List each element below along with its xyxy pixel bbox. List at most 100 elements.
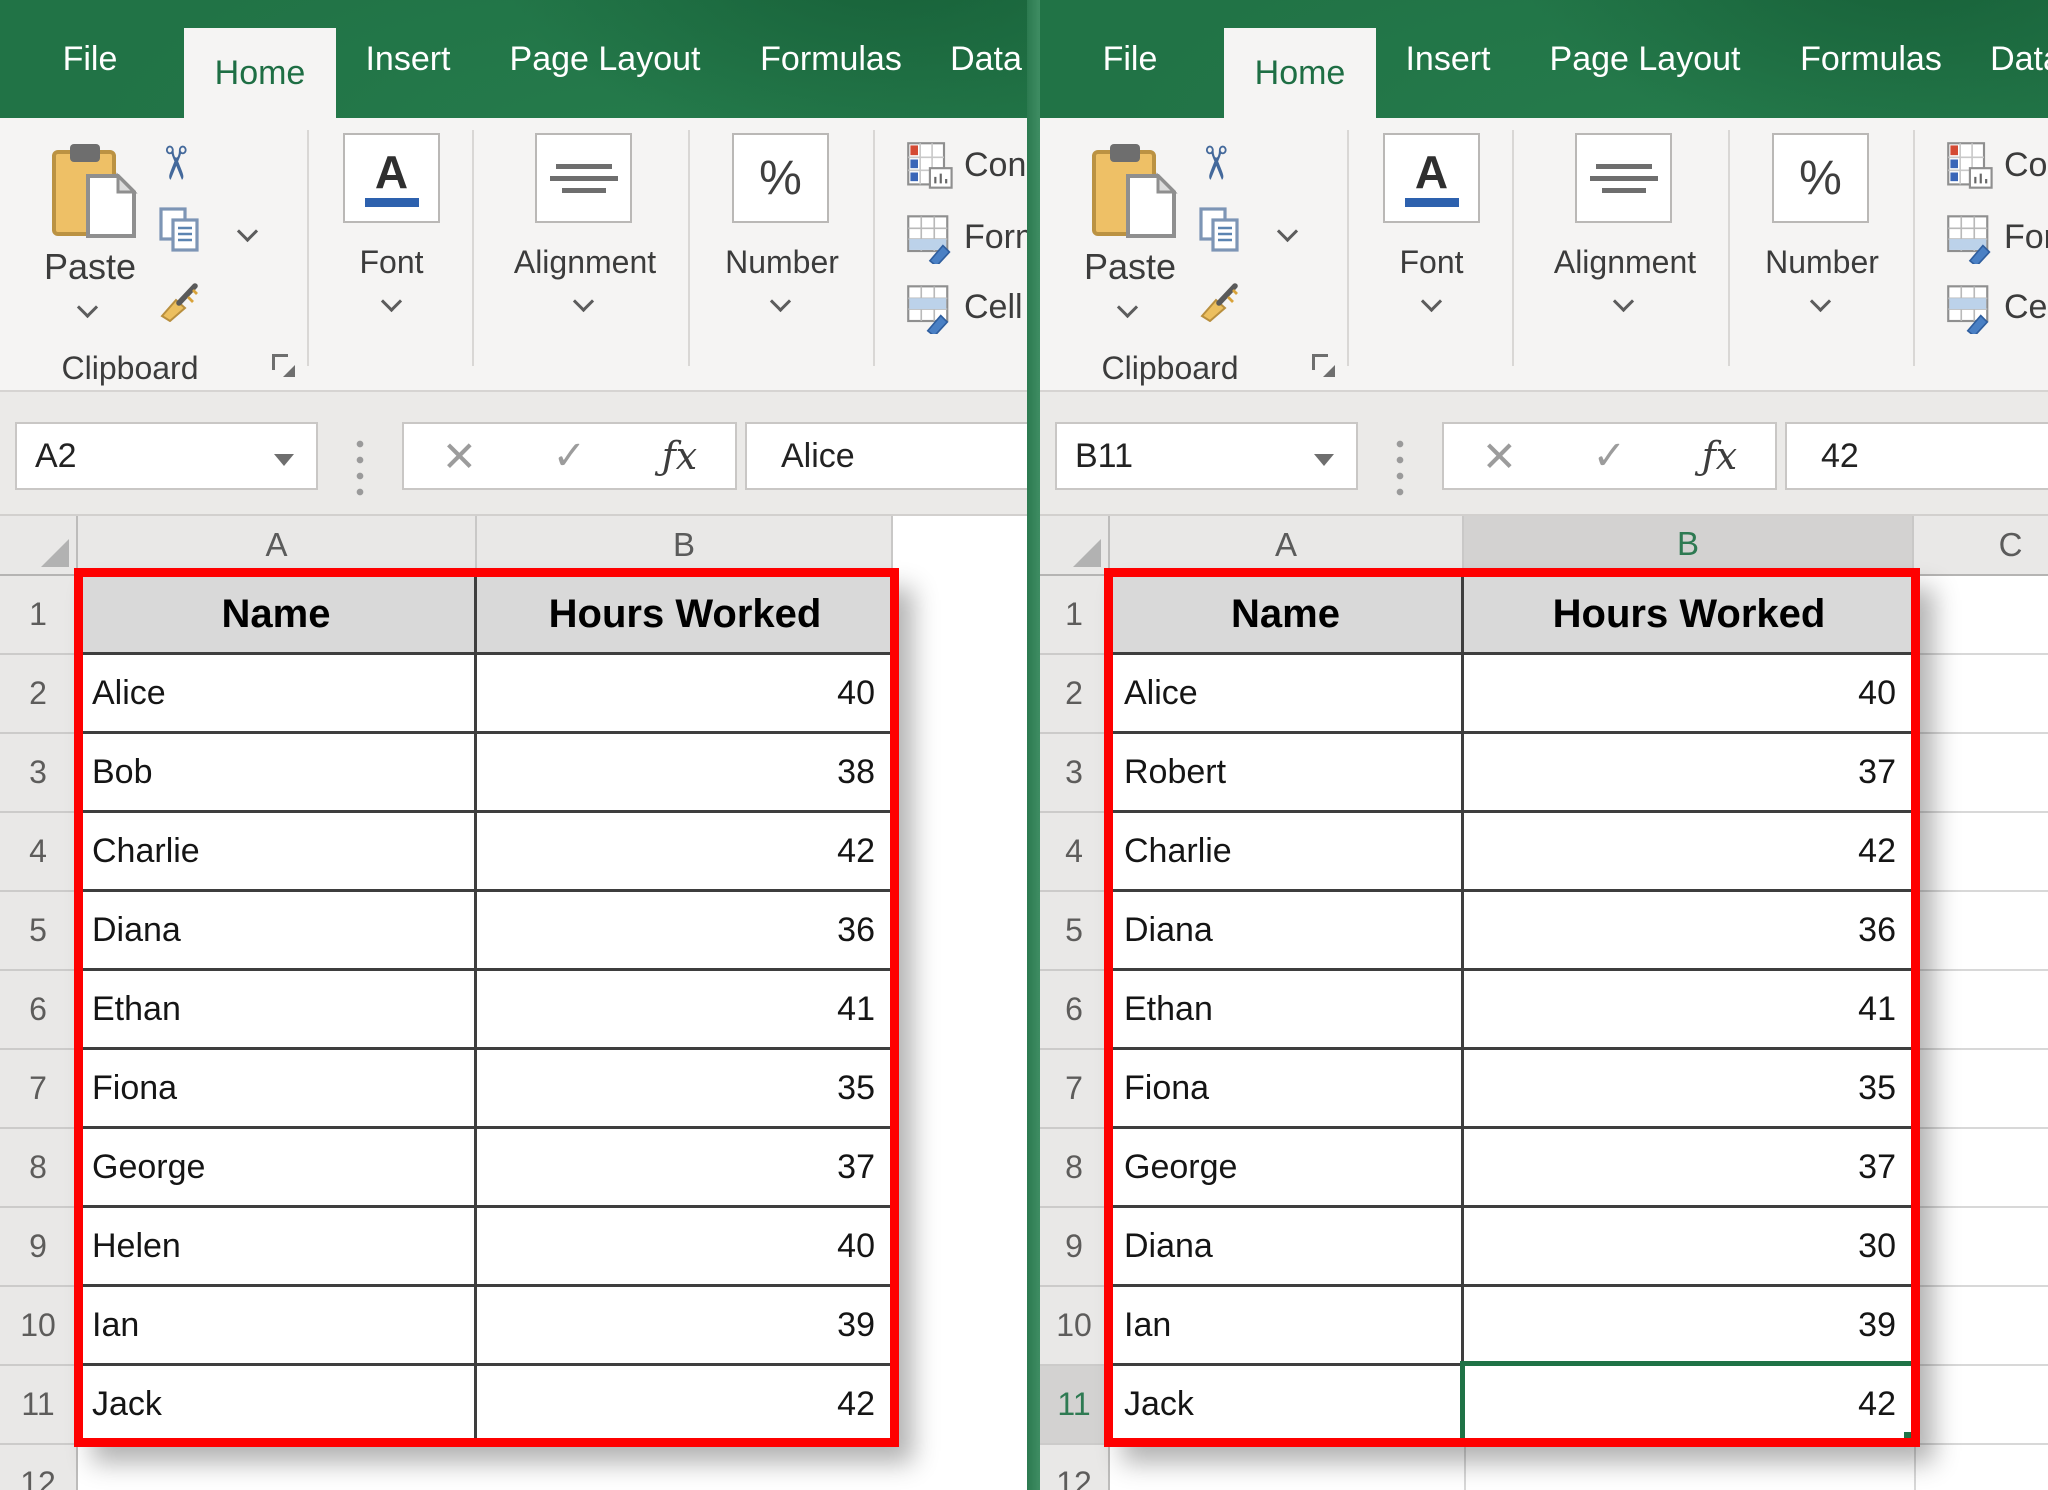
cell-styles-label[interactable]: Cell Styles	[2004, 288, 2048, 327]
paste-dropdown-chevron[interactable]	[1117, 297, 1138, 318]
enter-icon[interactable]: ✓	[1593, 433, 1627, 479]
row-header-8[interactable]: 8	[0, 1129, 78, 1208]
row-header-5[interactable]: 5	[1040, 892, 1110, 971]
row-header-5[interactable]: 5	[0, 892, 78, 971]
formula-bar-input[interactable]: 42	[1785, 422, 2048, 490]
tab-file[interactable]: File	[1078, 0, 1182, 118]
copy-icon[interactable]	[158, 206, 204, 256]
number-chevron[interactable]	[770, 291, 791, 312]
row-header-12[interactable]: 12	[0, 1445, 78, 1490]
tab-page-layout[interactable]: Page Layout	[1530, 0, 1760, 118]
row-header-10[interactable]: 10	[1040, 1287, 1110, 1366]
number-button[interactable]: %	[1772, 133, 1869, 223]
conditional-formatting-label[interactable]: Conditional Formatting	[2004, 146, 2048, 185]
cell-styles-icon[interactable]	[906, 282, 956, 334]
number-chevron[interactable]	[1810, 291, 1831, 312]
font-button[interactable]: A	[1383, 133, 1480, 223]
row-header-4[interactable]: 4	[0, 813, 78, 892]
tab-formulas[interactable]: Formulas	[1780, 0, 1962, 118]
tab-file[interactable]: File	[38, 0, 142, 118]
column-header-B[interactable]: B	[477, 516, 893, 576]
conditional-formatting-label[interactable]: Conditional Formatting	[964, 146, 1032, 185]
cell-styles-icon[interactable]	[1946, 282, 1996, 334]
name-box-dropdown-icon[interactable]	[1314, 454, 1334, 466]
formula-bar-grip-icon[interactable]	[1396, 436, 1404, 500]
percent-icon: %	[759, 151, 802, 206]
alignment-chevron[interactable]	[573, 291, 594, 312]
name-box[interactable]: B11	[1055, 422, 1358, 490]
clipboard-dialog-launcher-icon[interactable]	[1312, 354, 1334, 376]
row-header-11[interactable]: 11	[1040, 1366, 1110, 1445]
name-box-dropdown-icon[interactable]	[274, 454, 294, 466]
row-header-2[interactable]: 2	[0, 655, 78, 734]
column-header-A[interactable]: A	[1110, 516, 1464, 576]
number-button[interactable]: %	[732, 133, 829, 223]
enter-icon[interactable]: ✓	[553, 433, 587, 479]
select-all-corner[interactable]	[0, 516, 78, 576]
paste-label[interactable]: Paste	[1070, 246, 1190, 288]
cancel-icon[interactable]: ✕	[1482, 432, 1517, 481]
row-header-2[interactable]: 2	[1040, 655, 1110, 734]
alignment-chevron[interactable]	[1613, 291, 1634, 312]
column-header-B[interactable]: B	[1464, 516, 1914, 576]
copy-icon[interactable]	[1198, 206, 1244, 256]
formula-bar-grip-icon[interactable]	[356, 436, 364, 500]
cancel-icon[interactable]: ✕	[442, 432, 477, 481]
row-header-11[interactable]: 11	[0, 1366, 78, 1445]
row-header-3[interactable]: 3	[0, 734, 78, 813]
column-header-A[interactable]: A	[78, 516, 477, 576]
insert-function-icon[interactable]: ƒx	[1702, 434, 1738, 478]
formula-bar-input[interactable]: Alice	[745, 422, 1032, 490]
paste-icon[interactable]	[48, 140, 140, 240]
row-header-6[interactable]: 6	[0, 971, 78, 1050]
tab-home[interactable]: Home	[184, 28, 336, 118]
row-header-1[interactable]: 1	[1040, 576, 1110, 655]
row-header-7[interactable]: 7	[0, 1050, 78, 1129]
format-painter-icon[interactable]	[156, 278, 202, 322]
paste-icon[interactable]	[1088, 140, 1180, 240]
format-as-table-label[interactable]: Format as Table	[2004, 218, 2048, 257]
cut-icon[interactable]: ✂	[156, 136, 195, 190]
cut-icon[interactable]: ✂	[1196, 136, 1235, 190]
copy-dropdown-chevron[interactable]	[237, 221, 258, 242]
row-header-4[interactable]: 4	[1040, 813, 1110, 892]
row-header-9[interactable]: 9	[1040, 1208, 1110, 1287]
clipboard-dialog-launcher-icon[interactable]	[272, 354, 294, 376]
alignment-button[interactable]	[1575, 133, 1672, 223]
format-as-table-icon[interactable]	[906, 212, 956, 264]
copy-dropdown-chevron[interactable]	[1277, 221, 1298, 242]
tab-data[interactable]: Data	[934, 0, 1032, 118]
insert-function-icon[interactable]: ƒx	[662, 434, 698, 478]
gridline-horizontal	[1920, 1285, 2048, 1287]
tab-home[interactable]: Home	[1224, 28, 1376, 118]
tab-page-layout[interactable]: Page Layout	[490, 0, 720, 118]
alignment-button[interactable]	[535, 133, 632, 223]
font-chevron[interactable]	[1421, 291, 1442, 312]
font-button[interactable]: A	[343, 133, 440, 223]
row-header-10[interactable]: 10	[0, 1287, 78, 1366]
row-header-8[interactable]: 8	[1040, 1129, 1110, 1208]
row-header-7[interactable]: 7	[1040, 1050, 1110, 1129]
row-header-12[interactable]: 12	[1040, 1445, 1110, 1490]
cell-styles-label[interactable]: Cell Styles	[964, 288, 1032, 327]
tab-formulas[interactable]: Formulas	[740, 0, 922, 118]
row-header-1[interactable]: 1	[0, 576, 78, 655]
tab-insert[interactable]: Insert	[348, 0, 468, 118]
row-header-9[interactable]: 9	[0, 1208, 78, 1287]
select-all-corner[interactable]	[1040, 516, 1110, 576]
gridline-horizontal	[1920, 969, 2048, 971]
paste-label[interactable]: Paste	[30, 246, 150, 288]
tab-data[interactable]: Data	[1974, 0, 2048, 118]
tab-insert[interactable]: Insert	[1388, 0, 1508, 118]
format-as-table-label[interactable]: Format as Table	[964, 218, 1032, 257]
row-header-6[interactable]: 6	[1040, 971, 1110, 1050]
paste-dropdown-chevron[interactable]	[77, 297, 98, 318]
format-painter-icon[interactable]	[1196, 278, 1242, 322]
column-header-C[interactable]: C	[1914, 516, 2048, 576]
conditional-formatting-icon[interactable]	[906, 140, 956, 192]
name-box[interactable]: A2	[15, 422, 318, 490]
row-header-3[interactable]: 3	[1040, 734, 1110, 813]
conditional-formatting-icon[interactable]	[1946, 140, 1996, 192]
format-as-table-icon[interactable]	[1946, 212, 1996, 264]
font-chevron[interactable]	[381, 291, 402, 312]
